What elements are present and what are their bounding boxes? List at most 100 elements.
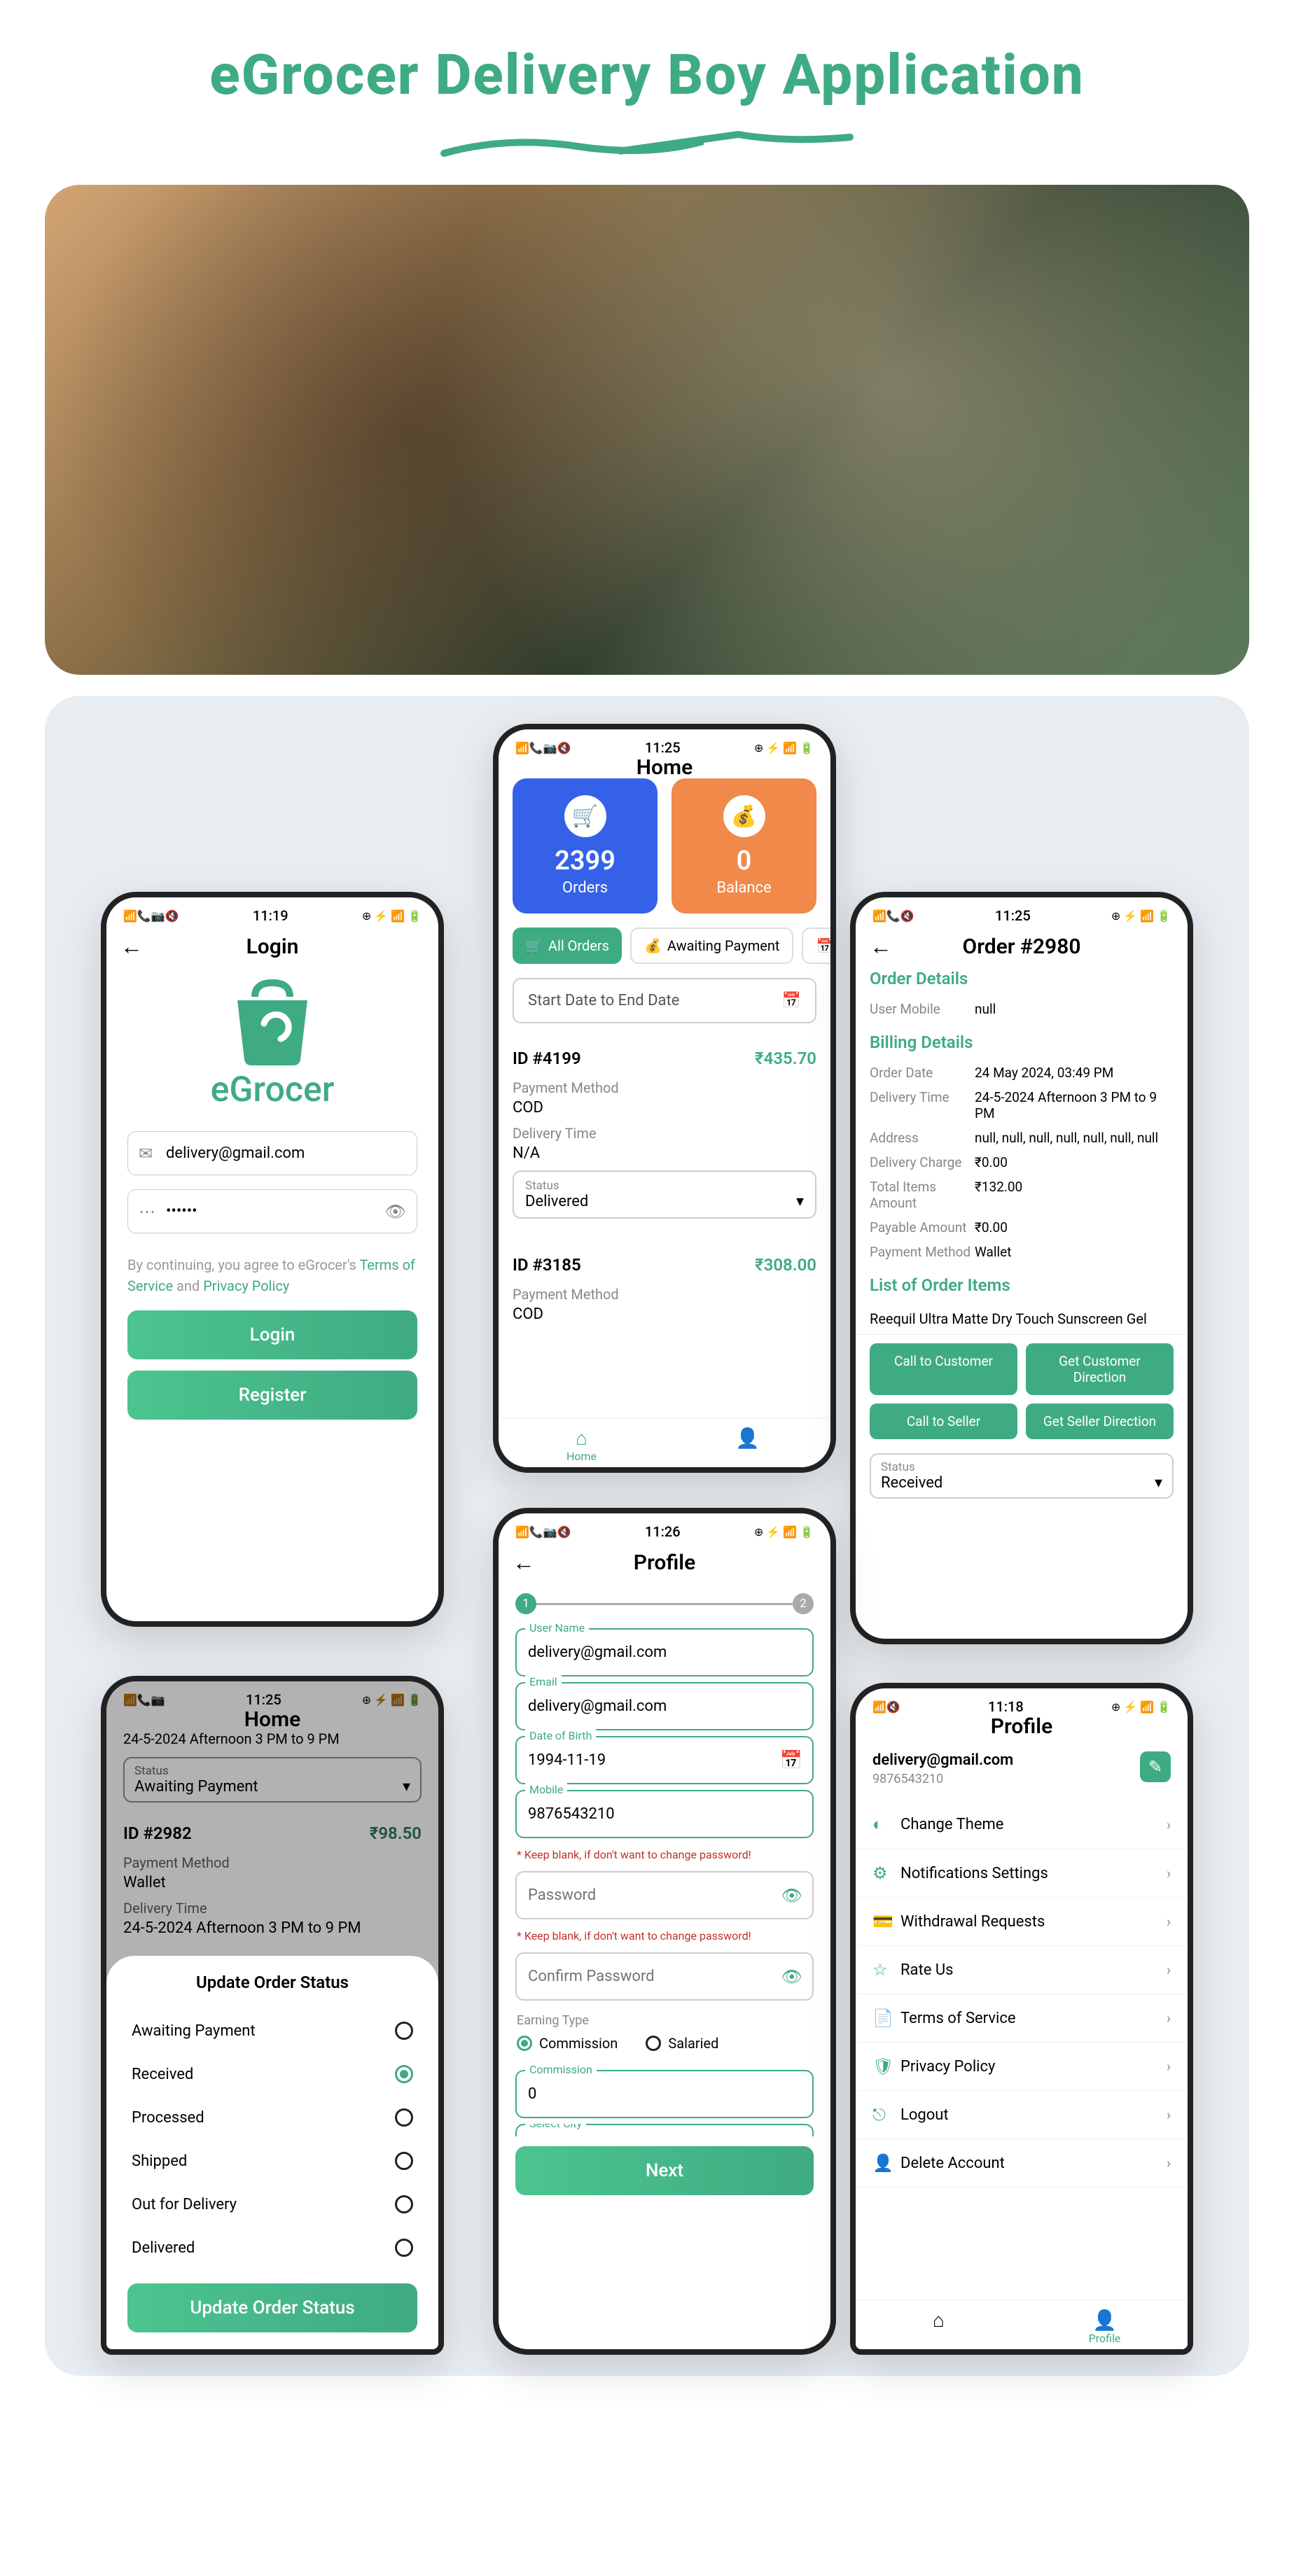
seller-direction-button[interactable]: Get Seller Direction <box>1026 1404 1174 1439</box>
phones-showcase: 📶📞📷🔇 11:19 ⊕ ⚡ 📶 🔋 ← Login eGrocer ✉ ⋯ 👁… <box>45 696 1249 2376</box>
next-button[interactable]: Next <box>515 2146 814 2195</box>
bag-icon: 💰 <box>644 937 662 954</box>
password-input[interactable] <box>127 1189 417 1233</box>
status-bar: 📶📞🔇11:25⊕ ⚡ 📶 🔋 <box>856 897 1188 930</box>
shield-icon: 🛡 <box>872 2057 900 2076</box>
update-status-button[interactable]: Update Order Status <box>127 2283 417 2332</box>
tab-all-orders[interactable]: 🛒All Orders <box>513 927 622 964</box>
menu-notifications[interactable]: ⚙Notifications Settings› <box>856 1849 1188 1898</box>
app-logo: eGrocer <box>106 969 438 1117</box>
header: ← Login <box>106 930 438 969</box>
step-2: 2 <box>793 1593 814 1614</box>
hero-image <box>45 185 1249 675</box>
call-customer-button[interactable]: Call to Customer <box>870 1343 1017 1395</box>
cart-icon: 🛒 <box>564 795 606 837</box>
menu-delete[interactable]: 👤Delete Account› <box>856 2139 1188 2188</box>
menu-privacy[interactable]: 🛡Privacy Policy› <box>856 2043 1188 2091</box>
money-icon: 💰 <box>723 795 765 837</box>
nav-home[interactable]: ⌂Home <box>499 1427 665 1463</box>
earning-label: Earning Type <box>517 2013 812 2028</box>
page-title: Login <box>246 934 299 959</box>
chevron-down-icon: ▾ <box>1155 1474 1162 1492</box>
status-option[interactable]: Processed <box>127 2096 417 2139</box>
status-option[interactable]: Awaiting Payment <box>127 2009 417 2052</box>
lock-icon: ⋯ <box>139 1202 155 1222</box>
brand-name: eGrocer <box>211 1070 335 1110</box>
order-item[interactable]: Reequil Ultra Matte Dry Touch Sunscreen … <box>856 1303 1188 1335</box>
eye-icon[interactable]: 👁 <box>385 1202 406 1222</box>
edit-button[interactable]: ✎ <box>1140 1751 1171 1782</box>
commission-input[interactable] <box>515 2070 814 2118</box>
gear-icon: ⚙ <box>872 1863 900 1883</box>
email-icon: ✉ <box>139 1144 153 1163</box>
orders-card[interactable]: 🛒 2399 Orders <box>513 778 658 913</box>
nav-profile[interactable]: 👤Profile <box>1022 2309 1188 2345</box>
back-icon[interactable]: ← <box>513 1551 535 1574</box>
profile-email: delivery@gmail.com <box>872 1751 1013 1769</box>
chevron-right-icon: › <box>1167 1913 1171 1930</box>
stepper: 1 2 <box>499 1585 830 1623</box>
password-input[interactable] <box>515 1871 814 1919</box>
tab-r[interactable]: 📅R <box>802 927 830 964</box>
status-bar: 📶📞📷🔇 11:19 ⊕ ⚡ 📶 🔋 <box>106 897 438 930</box>
radio-commission[interactable]: Commission <box>517 2035 618 2052</box>
menu-logout[interactable]: ⎋Logout› <box>856 2091 1188 2139</box>
profile-phone: 9876543210 <box>872 1772 1013 1786</box>
menu-theme[interactable]: ◐Change Theme› <box>856 1800 1188 1849</box>
call-seller-button[interactable]: Call to Seller <box>870 1404 1017 1439</box>
login-button[interactable]: Login <box>127 1310 417 1359</box>
user-icon: 👤 <box>1022 2309 1188 2332</box>
dob-input[interactable] <box>515 1736 814 1784</box>
back-icon[interactable]: ← <box>870 935 892 958</box>
status-dropdown[interactable]: Status Received▾ <box>870 1453 1174 1499</box>
menu-rate[interactable]: ☆Rate Us› <box>856 1946 1188 1994</box>
home-icon: ⌂ <box>856 2309 1022 2332</box>
order-row[interactable]: ID #3185₹308.00 Payment Method COD <box>513 1244 816 1343</box>
radio-salaried[interactable]: Salaried <box>646 2035 718 2052</box>
login-screen: 📶📞📷🔇 11:19 ⊕ ⚡ 📶 🔋 ← Login eGrocer ✉ ⋯ 👁… <box>101 892 444 1627</box>
balance-card[interactable]: 💰 0 Balance <box>672 778 816 913</box>
star-icon: ☆ <box>872 1960 900 1980</box>
logout-icon: ⎋ <box>872 2105 900 2124</box>
mobile-input[interactable] <box>515 1790 814 1838</box>
hint-text: * Keep blank, if don't want to change pa… <box>499 1844 830 1865</box>
step-1: 1 <box>515 1593 536 1614</box>
calendar-icon[interactable]: 📅 <box>780 1750 802 1771</box>
order-row[interactable]: ID #4199₹435.70 Payment Method COD Deliv… <box>513 1037 816 1230</box>
menu-terms[interactable]: 📄Terms of Service› <box>856 1994 1188 2043</box>
email-input[interactable] <box>515 1682 814 1730</box>
nav-home[interactable]: ⌂ <box>856 2309 1022 2345</box>
section-heading: Order Details <box>856 969 1188 988</box>
customer-direction-button[interactable]: Get Customer Direction <box>1026 1343 1174 1395</box>
terms-text: By continuing, you agree to eGrocer's Te… <box>127 1254 417 1296</box>
tab-awaiting[interactable]: 💰Awaiting Payment <box>630 927 793 964</box>
privacy-link[interactable]: Privacy Policy <box>203 1278 289 1294</box>
nav-profile[interactable]: 👤 <box>665 1427 830 1463</box>
back-icon[interactable]: ← <box>120 935 143 958</box>
chevron-right-icon: › <box>1167 2155 1171 2171</box>
date-range-picker[interactable]: Start Date to End Date📅 <box>513 978 816 1023</box>
squiggle-decoration <box>437 122 857 164</box>
status-option[interactable]: Out for Delivery <box>127 2183 417 2226</box>
eye-icon[interactable]: 👁 <box>781 1967 802 1987</box>
register-button[interactable]: Register <box>127 1371 417 1420</box>
username-input[interactable] <box>515 1628 814 1676</box>
status-dropdown[interactable]: Status Delivered▾ <box>513 1170 816 1219</box>
update-status-screen: 📶📞📷11:25⊕ ⚡ 📶 🔋 Home 24-5-2024 Afternoon… <box>101 1676 444 2355</box>
status-option[interactable]: Shipped <box>127 2139 417 2183</box>
chevron-down-icon: ▾ <box>796 1193 804 1210</box>
user-icon: 👤 <box>665 1427 830 1450</box>
document-icon: 📄 <box>872 2008 900 2028</box>
chevron-right-icon: › <box>1167 2106 1171 2123</box>
bottom-nav: ⌂Home 👤 <box>499 1418 830 1467</box>
calendar-icon: 📅 <box>782 992 801 1009</box>
eye-icon[interactable]: 👁 <box>781 1886 802 1905</box>
menu-withdrawal[interactable]: 💳Withdrawal Requests› <box>856 1898 1188 1946</box>
status-option[interactable]: Delivered <box>127 2226 417 2269</box>
page-title: Order #2980 <box>963 934 1081 959</box>
status-option[interactable]: Received <box>127 2052 417 2096</box>
page-title: Profile <box>634 1550 695 1575</box>
home-icon: ⌂ <box>499 1427 665 1450</box>
email-input[interactable] <box>127 1131 417 1175</box>
confirm-password-input[interactable] <box>515 1952 814 2001</box>
